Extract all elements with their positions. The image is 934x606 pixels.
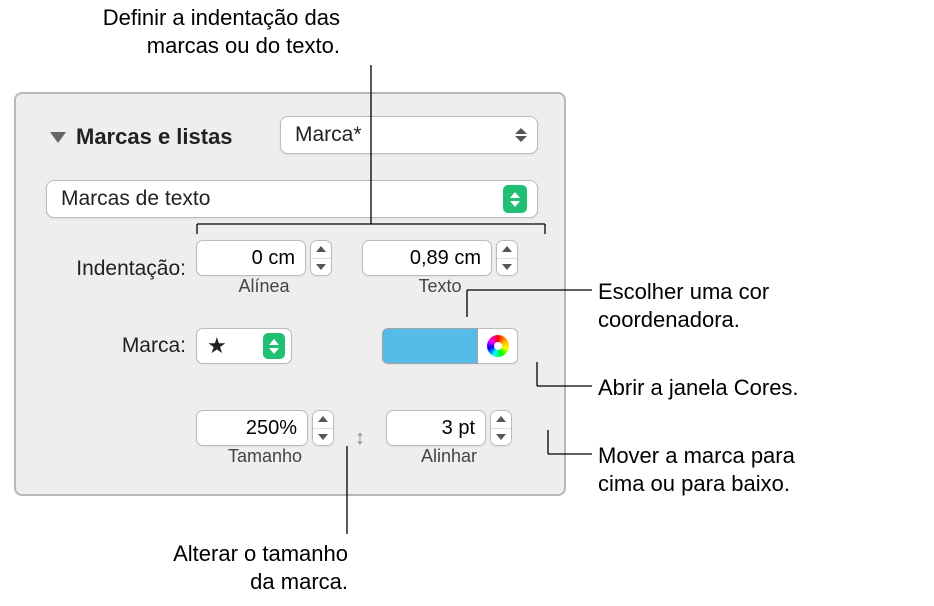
callout-bullet-size: Alterar o tamanho da marca. <box>58 540 348 595</box>
bullet-label: Marca: <box>46 334 196 358</box>
chevron-updown-icon <box>263 333 285 359</box>
chevron-down-icon <box>318 434 328 440</box>
bullet-align-sublabel: Alinhar <box>421 446 477 467</box>
disclosure-triangle-icon <box>50 132 66 143</box>
bullets-lists-panel: Marcas e listas Marca* Marcas de texto I… <box>14 92 566 496</box>
text-indent-step-up[interactable] <box>497 241 517 259</box>
bullet-align-stepper-buttons[interactable] <box>490 410 512 446</box>
callout-coord-color: Escolher uma cor coordenadora. <box>598 278 928 333</box>
chevron-down-icon <box>502 264 512 270</box>
section-header[interactable]: Marcas e listas <box>50 124 233 150</box>
bullet-glyph-popup[interactable]: ★ <box>196 328 292 364</box>
chevron-up-icon <box>318 416 328 422</box>
bullet-type-popup-value: Marcas de texto <box>61 187 210 211</box>
chevron-updown-icon <box>515 128 527 142</box>
text-indent-step-down[interactable] <box>497 259 517 276</box>
bullet-size-step-up[interactable] <box>313 411 333 429</box>
list-style-popup-value: Marca* <box>295 123 362 147</box>
bullet-align-stepper <box>386 410 512 446</box>
bullet-indent-sublabel: Alínea <box>238 276 289 297</box>
bullet-size-sublabel: Tamanho <box>228 446 302 467</box>
indent-label: Indentação: <box>46 257 196 281</box>
list-style-popup[interactable]: Marca* <box>280 116 538 154</box>
bullet-indent-step-up[interactable] <box>311 241 331 259</box>
align-lock-icon: ↕ <box>348 425 372 453</box>
chevron-down-icon <box>316 264 326 270</box>
bullet-align-step-down[interactable] <box>491 429 511 446</box>
color-wheel-icon <box>487 335 509 357</box>
text-indent-input[interactable] <box>362 240 492 276</box>
callout-indent-text: Definir a indentação das marcas ou do te… <box>103 5 340 58</box>
chevron-updown-icon <box>503 185 527 213</box>
bullet-indent-step-down[interactable] <box>311 259 331 276</box>
chevron-up-icon <box>496 416 506 422</box>
callout-bullet-size-text: Alterar o tamanho da marca. <box>173 541 348 594</box>
bullet-glyph-icon: ★ <box>207 335 227 357</box>
bullet-indent-stepper <box>196 240 332 276</box>
bullet-align-input[interactable] <box>386 410 486 446</box>
bullet-color-well[interactable] <box>382 328 478 364</box>
bullet-indent-input[interactable] <box>196 240 306 276</box>
callout-indent: Definir a indentação das marcas ou do te… <box>14 4 340 59</box>
text-indent-stepper <box>362 240 518 276</box>
callout-open-colors-text: Abrir a janela Cores. <box>598 375 799 400</box>
bullet-indent-stepper-buttons[interactable] <box>310 240 332 276</box>
chevron-down-icon <box>496 434 506 440</box>
chevron-up-icon <box>316 246 326 252</box>
bullet-size-stepper-buttons[interactable] <box>312 410 334 446</box>
bullet-size-stepper <box>196 410 334 446</box>
callout-coord-color-text: Escolher uma cor coordenadora. <box>598 279 769 332</box>
bullet-size-step-down[interactable] <box>313 429 333 446</box>
chevron-up-icon <box>502 246 512 252</box>
bullet-type-popup[interactable]: Marcas de texto <box>46 180 538 218</box>
text-indent-stepper-buttons[interactable] <box>496 240 518 276</box>
bullet-size-input[interactable] <box>196 410 308 446</box>
callout-move-bullet: Mover a marca para cima ou para baixo. <box>598 442 934 497</box>
open-colors-button[interactable] <box>478 328 518 364</box>
section-title: Marcas e listas <box>76 124 233 150</box>
callout-open-colors: Abrir a janela Cores. <box>598 374 928 402</box>
text-indent-sublabel: Texto <box>418 276 461 297</box>
bullet-align-step-up[interactable] <box>491 411 511 429</box>
callout-move-bullet-text: Mover a marca para cima ou para baixo. <box>598 443 795 496</box>
